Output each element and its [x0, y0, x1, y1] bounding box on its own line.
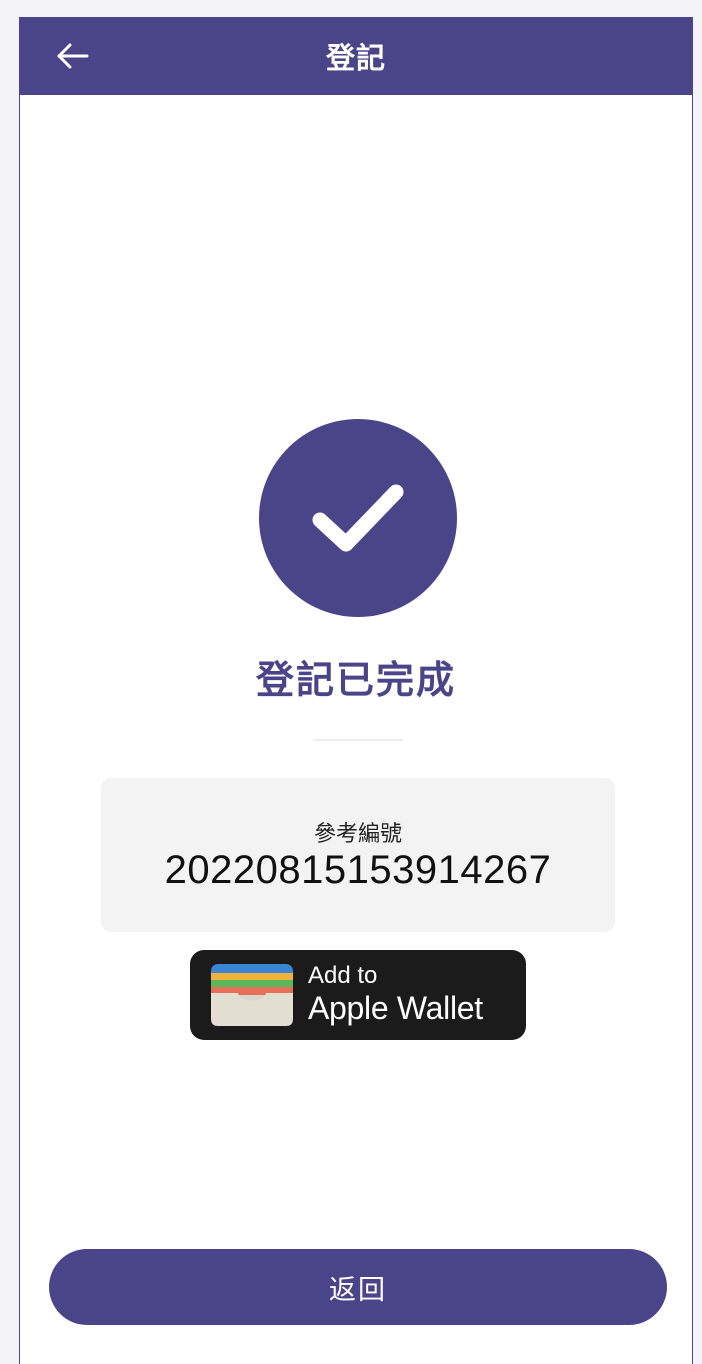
back-button[interactable] [50, 36, 94, 76]
page-title: 登記 [325, 41, 386, 75]
divider [313, 739, 403, 741]
arrow-left-icon [57, 43, 89, 69]
reference-number: 20220815153914267 [164, 848, 552, 892]
add-to-apple-wallet-button[interactable]: Add to Apple Wallet [190, 950, 526, 1040]
success-badge [259, 419, 457, 617]
wallet-icon [211, 964, 293, 1026]
app-screen: 登記 登記已完成 參考編號 20220815153914267 Add to A… [19, 17, 693, 1364]
completion-title: 登記已完成 [255, 658, 456, 702]
wallet-button-line2: Apple Wallet [308, 990, 483, 1026]
wallet-button-line1: Add to [308, 962, 378, 989]
check-icon [312, 484, 404, 552]
reference-panel: 參考編號 20220815153914267 [101, 778, 615, 932]
return-button-label: 返回 [329, 1274, 387, 1306]
reference-label: 參考編號 [313, 822, 402, 847]
return-button[interactable]: 返回 [49, 1249, 667, 1325]
app-header: 登記 [20, 17, 692, 95]
